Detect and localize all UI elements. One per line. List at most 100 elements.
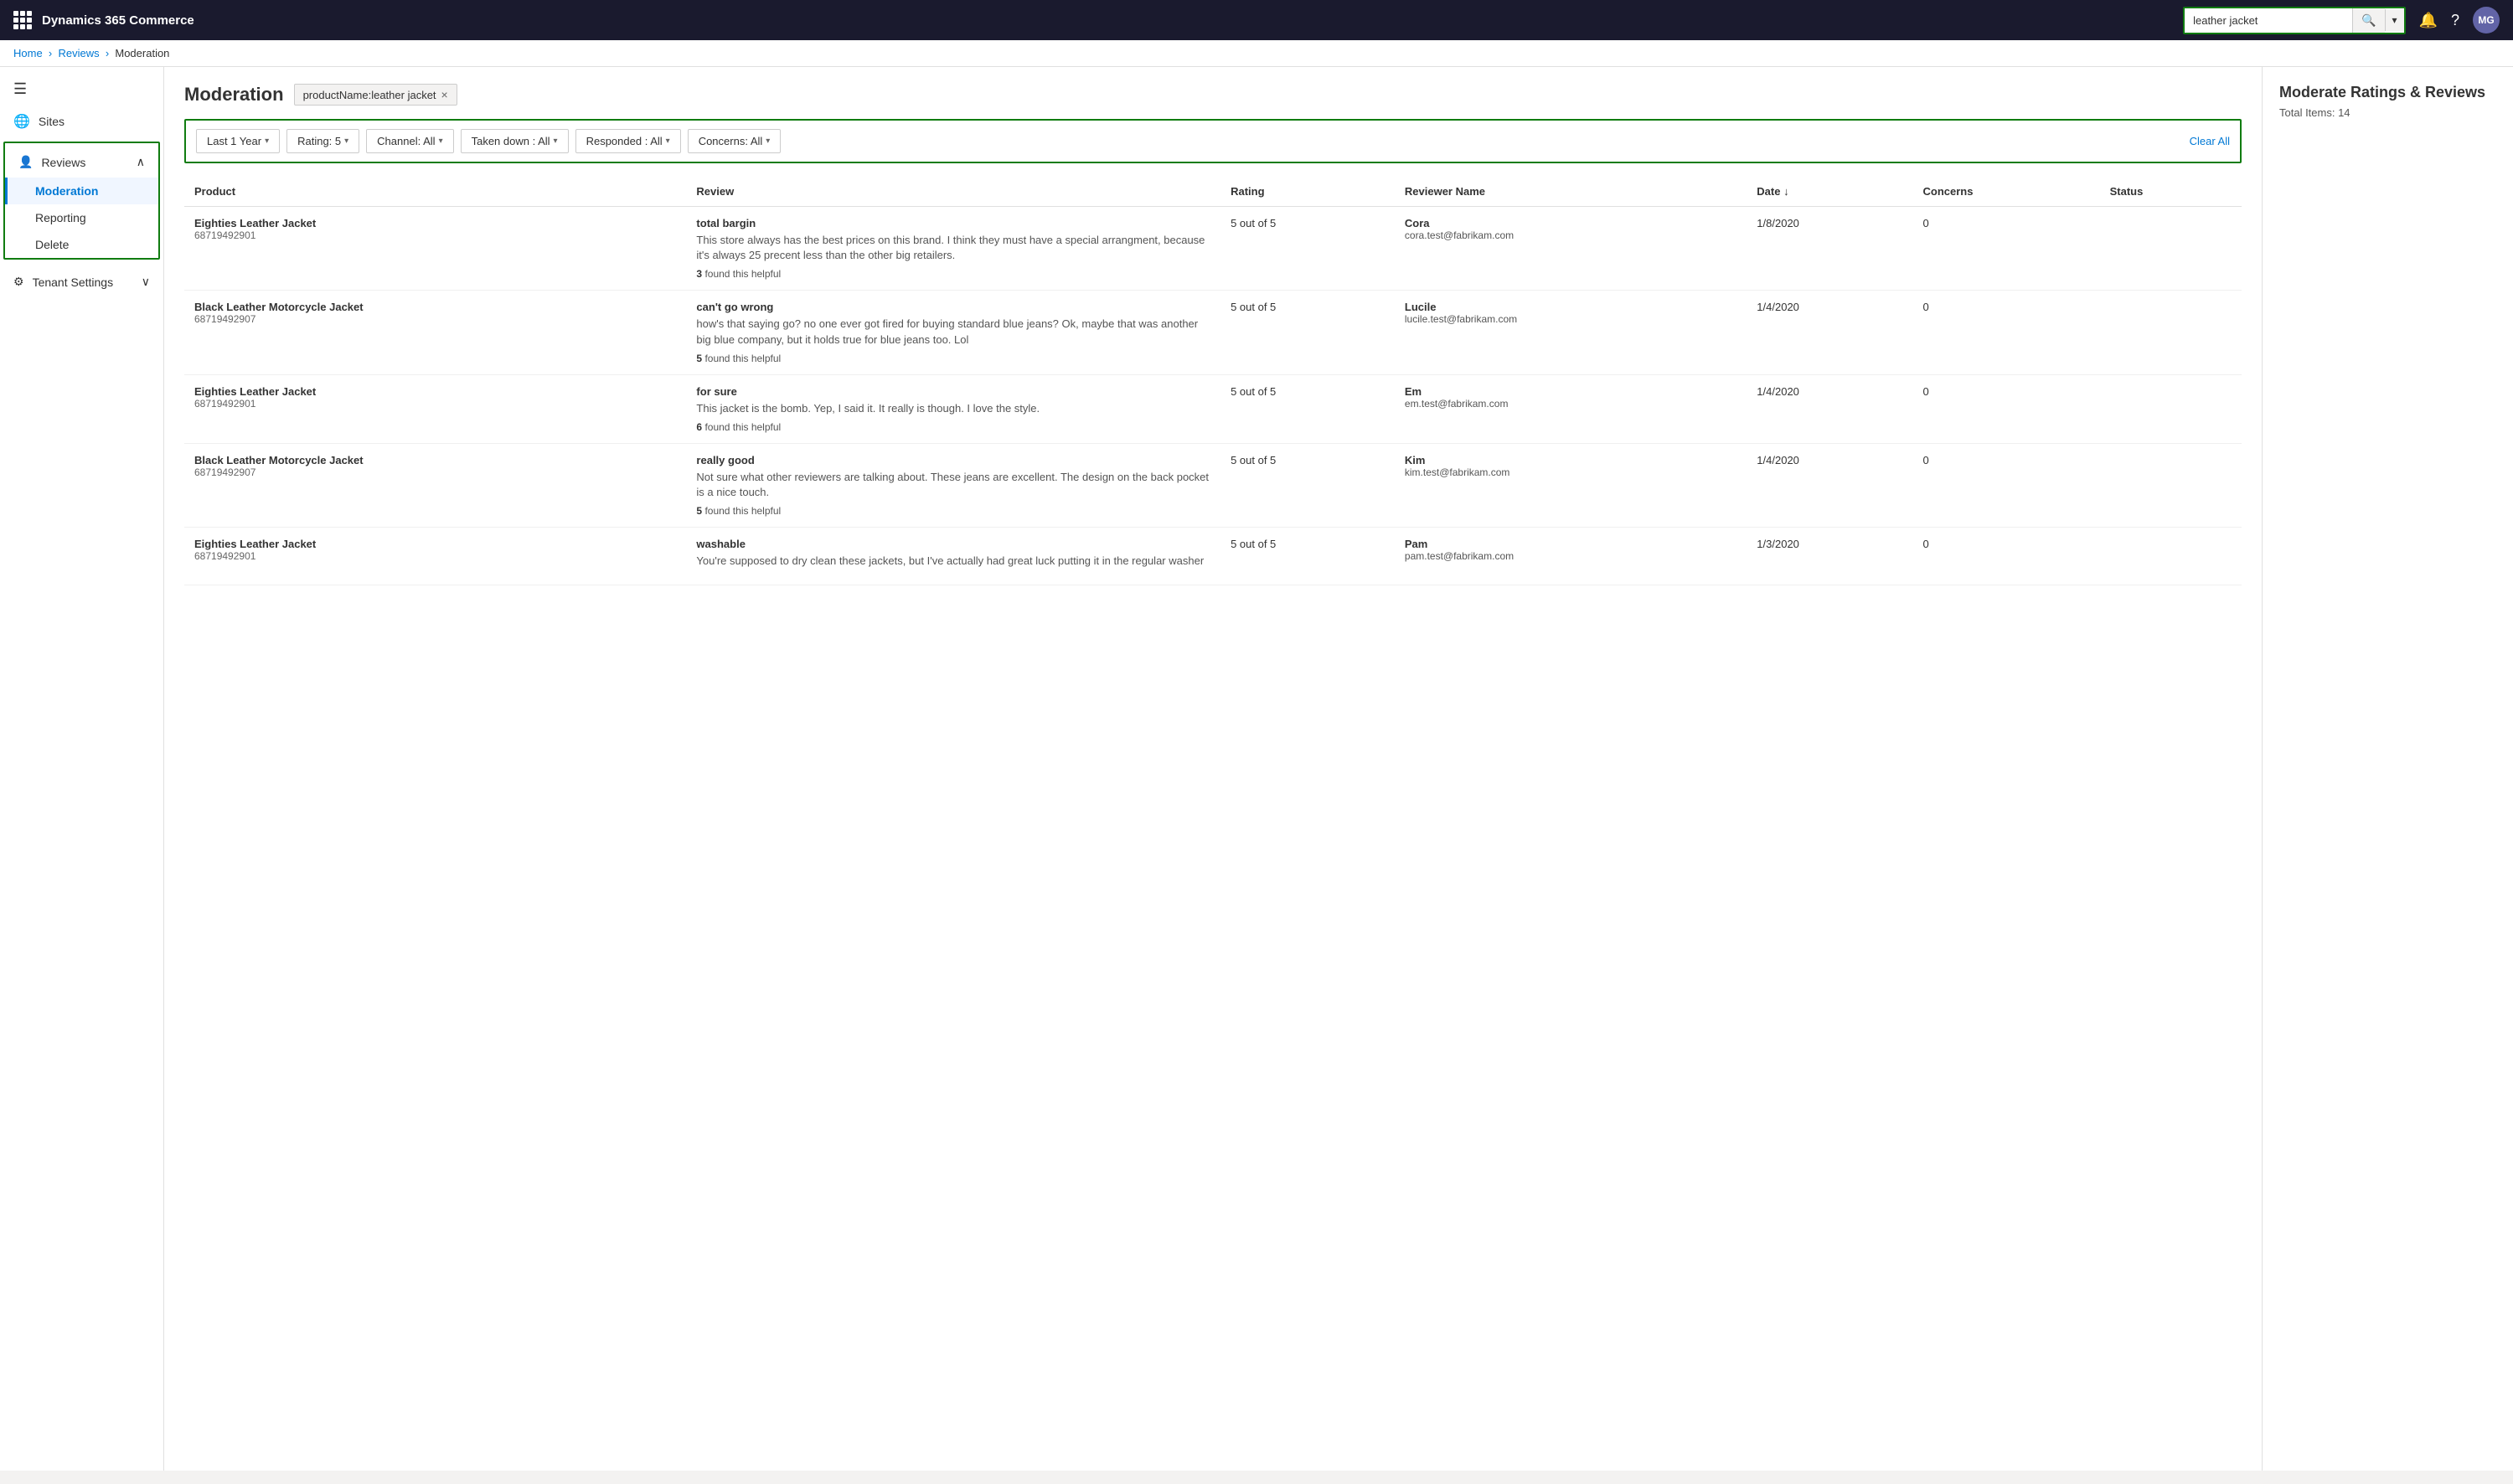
- taken-down-filter-chevron: ▾: [554, 137, 558, 146]
- cell-date-4: 1/3/2020: [1747, 528, 1912, 585]
- responded-filter-chevron: ▾: [666, 137, 670, 146]
- search-button[interactable]: 🔍: [2352, 8, 2384, 33]
- table-row[interactable]: Eighties Leather Jacket 68719492901 for …: [184, 374, 2242, 443]
- cell-status-1: [2100, 291, 2242, 374]
- global-search-bar: 🔍 ▾: [2183, 7, 2405, 34]
- cell-rating-2: 5 out of 5: [1220, 374, 1395, 443]
- reviewer-name-1: Lucile: [1405, 301, 1736, 313]
- sidebar-reviews-group: 👤 Reviews ∧ Moderation Reporting Delete: [5, 147, 158, 258]
- product-id-4: 68719492901: [194, 550, 676, 562]
- sidebar-tenant-header[interactable]: ⚙ Tenant Settings ∨: [0, 266, 163, 297]
- right-panel: Moderate Ratings & Reviews Total Items: …: [2262, 67, 2513, 1471]
- product-name-3: Black Leather Motorcycle Jacket: [194, 454, 676, 466]
- filter-tag-text: productName:leather jacket: [303, 89, 436, 101]
- product-name-1: Black Leather Motorcycle Jacket: [194, 301, 676, 313]
- top-navigation: Dynamics 365 Commerce 🔍 ▾ 🔔 ? MG: [0, 0, 2513, 40]
- page-header: Moderation productName:leather jacket ×: [184, 84, 2242, 106]
- main-layout: ☰ 🌐 Sites 👤 Reviews ∧ Moderation Rep: [0, 67, 2513, 1471]
- sidebar-item-delete[interactable]: Delete: [5, 231, 158, 258]
- moderation-label: Moderation: [35, 184, 98, 198]
- sidebar-reviews-header[interactable]: 👤 Reviews ∧: [5, 147, 158, 178]
- table-row[interactable]: Black Leather Motorcycle Jacket 68719492…: [184, 291, 2242, 374]
- table-row[interactable]: Eighties Leather Jacket 68719492901 wash…: [184, 528, 2242, 585]
- concerns-filter-button[interactable]: Concerns: All ▾: [688, 129, 782, 153]
- tenant-chevron: ∨: [142, 275, 150, 289]
- cell-concerns-0: 0: [1913, 207, 2100, 291]
- breadcrumb-home[interactable]: Home: [13, 47, 43, 59]
- filters-bar: Last 1 Year ▾ Rating: 5 ▾ Channel: All ▾…: [184, 119, 2242, 163]
- product-id-2: 68719492901: [194, 398, 676, 410]
- breadcrumb: Home › Reviews › Moderation: [0, 40, 2513, 67]
- notification-icon[interactable]: 🔔: [2419, 12, 2438, 29]
- cell-rating-4: 5 out of 5: [1220, 528, 1395, 585]
- taken-down-filter-button[interactable]: Taken down : All ▾: [461, 129, 569, 153]
- sidebar-item-moderation[interactable]: Moderation: [5, 178, 158, 204]
- rating-filter-label: Rating: 5: [297, 135, 341, 147]
- col-date[interactable]: Date ↓: [1747, 177, 1912, 207]
- table-row[interactable]: Black Leather Motorcycle Jacket 68719492…: [184, 443, 2242, 527]
- time-filter-button[interactable]: Last 1 Year ▾: [196, 129, 280, 153]
- cell-product-3: Black Leather Motorcycle Jacket 68719492…: [184, 443, 686, 527]
- content-inner: Moderation productName:leather jacket × …: [164, 67, 2262, 602]
- review-helpful-3: 5 found this helpful: [696, 505, 1210, 517]
- sidebar-reviews-section: 👤 Reviews ∧ Moderation Reporting Delete: [3, 142, 160, 260]
- right-panel-title: Moderate Ratings & Reviews: [2279, 84, 2496, 101]
- app-title: Dynamics 365 Commerce: [42, 13, 194, 28]
- product-name-4: Eighties Leather Jacket: [194, 538, 676, 550]
- cell-reviewer-3: Kim kim.test@fabrikam.com: [1395, 443, 1747, 527]
- tenant-icon: ⚙: [13, 275, 24, 289]
- cell-product-2: Eighties Leather Jacket 68719492901: [184, 374, 686, 443]
- cell-rating-1: 5 out of 5: [1220, 291, 1395, 374]
- cell-review-4: washable You're supposed to dry clean th…: [686, 528, 1220, 585]
- channel-filter-label: Channel: All: [377, 135, 435, 147]
- user-avatar[interactable]: MG: [2473, 7, 2500, 33]
- sidebar-hamburger-icon[interactable]: ☰: [10, 77, 30, 100]
- cell-date-2: 1/4/2020: [1747, 374, 1912, 443]
- review-helpful-0: 3 found this helpful: [696, 268, 1210, 280]
- cell-date-0: 1/8/2020: [1747, 207, 1912, 291]
- nav-right: 🔍 ▾ 🔔 ? MG: [2183, 7, 2500, 34]
- cell-concerns-2: 0: [1913, 374, 2100, 443]
- help-icon[interactable]: ?: [2451, 12, 2459, 29]
- review-body-3: Not sure what other reviewers are talkin…: [696, 470, 1210, 500]
- cell-review-1: can't go wrong how's that saying go? no …: [686, 291, 1220, 374]
- reviewer-name-2: Em: [1405, 385, 1736, 398]
- product-id-1: 68719492907: [194, 313, 676, 325]
- review-title-3: really good: [696, 454, 1210, 466]
- channel-filter-button[interactable]: Channel: All ▾: [366, 129, 453, 153]
- page-title: Moderation: [184, 84, 284, 106]
- table-row[interactable]: Eighties Leather Jacket 68719492901 tota…: [184, 207, 2242, 291]
- cell-rating-3: 5 out of 5: [1220, 443, 1395, 527]
- cell-status-3: [2100, 443, 2242, 527]
- cell-reviewer-1: Lucile lucile.test@fabrikam.com: [1395, 291, 1747, 374]
- clear-all-button[interactable]: Clear All: [2190, 135, 2230, 147]
- reporting-label: Reporting: [35, 211, 86, 224]
- review-title-4: washable: [696, 538, 1210, 550]
- breadcrumb-current: Moderation: [115, 47, 169, 59]
- col-status: Status: [2100, 177, 2242, 207]
- reviews-icon: 👤: [18, 155, 33, 169]
- reviewer-email-4: pam.test@fabrikam.com: [1405, 550, 1736, 562]
- reviewer-email-0: cora.test@fabrikam.com: [1405, 229, 1736, 241]
- review-title-1: can't go wrong: [696, 301, 1210, 313]
- sidebar-item-sites[interactable]: 🌐 Sites: [0, 105, 163, 138]
- cell-product-4: Eighties Leather Jacket 68719492901: [184, 528, 686, 585]
- table-header-row: Product Review Rating Reviewer Name Date…: [184, 177, 2242, 207]
- sidebar-item-reporting[interactable]: Reporting: [5, 204, 158, 231]
- sidebar: ☰ 🌐 Sites 👤 Reviews ∧ Moderation Rep: [0, 67, 164, 1471]
- cell-review-3: really good Not sure what other reviewer…: [686, 443, 1220, 527]
- breadcrumb-reviews[interactable]: Reviews: [58, 47, 99, 59]
- review-body-4: You're supposed to dry clean these jacke…: [696, 554, 1210, 569]
- reviewer-email-1: lucile.test@fabrikam.com: [1405, 313, 1736, 325]
- product-id-3: 68719492907: [194, 466, 676, 478]
- rating-filter-button[interactable]: Rating: 5 ▾: [286, 129, 359, 153]
- cell-reviewer-2: Em em.test@fabrikam.com: [1395, 374, 1747, 443]
- review-helpful-1: 5 found this helpful: [696, 353, 1210, 364]
- remove-filter-tag-button[interactable]: ×: [441, 88, 448, 101]
- responded-filter-button[interactable]: Responded : All ▾: [575, 129, 681, 153]
- cell-reviewer-0: Cora cora.test@fabrikam.com: [1395, 207, 1747, 291]
- search-dropdown-button[interactable]: ▾: [2385, 9, 2404, 31]
- app-grid-icon[interactable]: [13, 11, 32, 29]
- global-search-input[interactable]: [2185, 9, 2352, 32]
- taken-down-filter-label: Taken down : All: [472, 135, 550, 147]
